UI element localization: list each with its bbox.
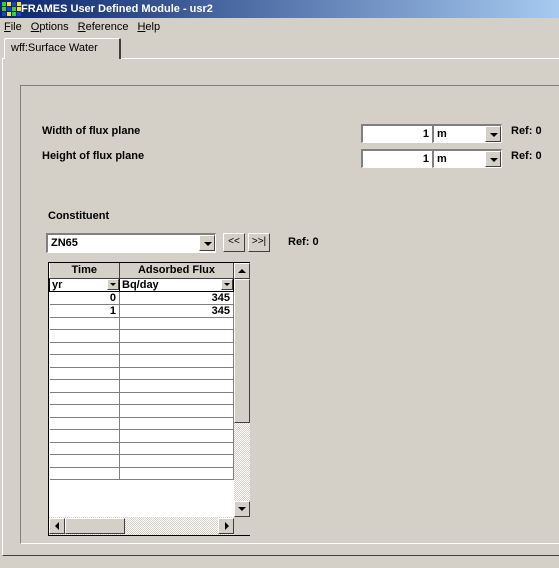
- scrollbar-corner: [234, 517, 250, 535]
- flux-cell[interactable]: [119, 442, 234, 455]
- table-row: [49, 429, 234, 443]
- title-bar: FRAMES User Defined Module - usr2: [0, 0, 559, 18]
- menu-reference[interactable]: Reference: [74, 21, 134, 33]
- time-cell[interactable]: [49, 454, 120, 468]
- horizontal-scroll-thumb[interactable]: [65, 518, 125, 534]
- time-cell[interactable]: 1: [49, 304, 120, 318]
- table-row: [49, 467, 234, 480]
- table-row: [49, 329, 234, 343]
- constituent-select[interactable]: ZN65: [46, 233, 216, 253]
- scroll-right-icon[interactable]: [218, 518, 234, 534]
- constituent-value: ZN65: [51, 237, 78, 249]
- time-cell[interactable]: [49, 404, 120, 418]
- flux-grid[interactable]: Time Adsorbed Flux yr Bq/day 0 345 1 345: [48, 262, 250, 536]
- constituent-ref: Ref: 0: [288, 236, 319, 248]
- table-row: [49, 354, 234, 368]
- table-row: [49, 442, 234, 455]
- column-header-time[interactable]: Time: [49, 263, 120, 279]
- time-cell[interactable]: [49, 329, 120, 343]
- chevron-down-icon[interactable]: [485, 126, 501, 142]
- table-row: [49, 342, 234, 355]
- horizontal-scrollbar[interactable]: [49, 517, 234, 535]
- width-ref: Ref: 0: [511, 125, 542, 137]
- frames-app-icon: [2, 2, 21, 16]
- column-header-adsorbed-flux[interactable]: Adsorbed Flux: [119, 263, 234, 279]
- width-unit-value: m: [437, 128, 447, 140]
- table-row: [49, 417, 234, 430]
- height-ref: Ref: 0: [511, 150, 542, 162]
- height-unit-select[interactable]: m: [432, 149, 502, 168]
- time-cell[interactable]: [49, 429, 120, 443]
- flux-table: Time Adsorbed Flux yr Bq/day 0 345 1 345: [49, 263, 234, 480]
- flux-cell[interactable]: [119, 379, 234, 393]
- height-label: Height of flux plane: [42, 150, 145, 162]
- table-row: [49, 392, 234, 405]
- table-row: [49, 317, 234, 330]
- height-value: 1: [422, 153, 429, 165]
- time-cell[interactable]: [49, 417, 120, 430]
- flux-cell[interactable]: 345: [119, 291, 234, 305]
- table-row: [49, 367, 234, 380]
- time-cell[interactable]: [49, 392, 120, 405]
- time-cell[interactable]: [49, 354, 120, 368]
- time-cell[interactable]: [49, 379, 120, 393]
- chevron-down-icon[interactable]: [199, 235, 215, 251]
- previous-constituent-button[interactable]: <<: [223, 233, 245, 252]
- tab-surface-water[interactable]: wff:Surface Water: [4, 38, 121, 59]
- vertical-scroll-thumb[interactable]: [234, 279, 250, 423]
- height-unit-value: m: [437, 153, 447, 165]
- flux-cell[interactable]: [119, 467, 234, 480]
- flux-cell[interactable]: [119, 417, 234, 430]
- flux-cell[interactable]: 345: [119, 304, 234, 318]
- flux-cell[interactable]: [119, 354, 234, 368]
- time-cell[interactable]: [49, 367, 120, 380]
- time-cell[interactable]: [49, 317, 120, 330]
- flux-cell[interactable]: [119, 404, 234, 418]
- vertical-scrollbar[interactable]: [234, 263, 250, 517]
- chevron-down-icon[interactable]: [485, 151, 501, 167]
- next-constituent-button[interactable]: >>|: [248, 233, 270, 252]
- flux-cell[interactable]: [119, 329, 234, 343]
- flux-cell[interactable]: [119, 392, 234, 405]
- time-cell[interactable]: 0: [49, 291, 120, 305]
- table-row: [49, 454, 234, 468]
- scroll-left-icon[interactable]: [49, 518, 65, 534]
- width-label: Width of flux plane: [42, 125, 141, 137]
- constituent-label: Constituent: [48, 210, 110, 222]
- table-row: [49, 379, 234, 393]
- flux-cell[interactable]: [119, 317, 234, 330]
- height-input[interactable]: 1: [361, 149, 433, 168]
- chevron-down-icon[interactable]: [107, 278, 119, 290]
- width-value: 1: [422, 128, 429, 140]
- chevron-down-icon[interactable]: [221, 278, 233, 290]
- flux-cell[interactable]: [119, 429, 234, 443]
- menu-options[interactable]: Options: [27, 21, 74, 33]
- menu-help[interactable]: Help: [133, 21, 165, 33]
- time-cell[interactable]: [49, 467, 120, 480]
- table-row: 0 345: [49, 291, 234, 305]
- time-unit-select[interactable]: yr: [49, 277, 120, 292]
- flux-cell[interactable]: [119, 367, 234, 380]
- width-unit-select[interactable]: m: [432, 124, 502, 143]
- scroll-down-icon[interactable]: [234, 501, 250, 517]
- scroll-up-icon[interactable]: [234, 263, 250, 279]
- flux-unit-select[interactable]: Bq/day: [119, 277, 234, 292]
- flux-cell[interactable]: [119, 454, 234, 468]
- time-cell[interactable]: [49, 342, 120, 355]
- menu-bar: File Options Reference Help: [0, 18, 559, 36]
- flux-cell[interactable]: [119, 342, 234, 355]
- table-row: [49, 404, 234, 418]
- window-title: FRAMES User Defined Module - usr2: [21, 3, 213, 15]
- table-row: 1 345: [49, 304, 234, 318]
- width-input[interactable]: 1: [361, 124, 433, 143]
- menu-file[interactable]: File: [0, 21, 27, 33]
- time-cell[interactable]: [49, 442, 120, 455]
